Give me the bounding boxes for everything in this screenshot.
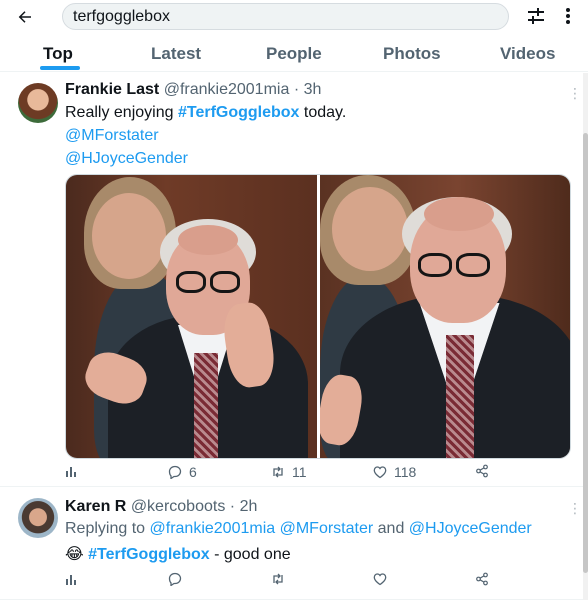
- retweet-count: 11: [292, 464, 307, 480]
- background-face: [331, 187, 408, 271]
- mention-link[interactable]: @HJoyceGender: [65, 150, 188, 167]
- tweet-text-suffix: today.: [299, 104, 347, 121]
- mention-link[interactable]: @HJoyceGender: [409, 520, 532, 537]
- glasses: [176, 271, 206, 293]
- replying-to: Replying to @frankie2001mia @MForstater …: [65, 520, 532, 538]
- separator-dot: ·: [293, 81, 300, 98]
- tweet[interactable]: Frankie Last @frankie2001mia · 3h ⋮ Real…: [0, 73, 588, 487]
- timestamp[interactable]: 3h: [304, 81, 322, 98]
- views-button[interactable]: [65, 464, 86, 478]
- reply-button[interactable]: [168, 572, 189, 586]
- analytics-icon: [66, 467, 76, 477]
- head-top: [178, 225, 238, 255]
- hashtag-link[interactable]: #TerfGogglebox: [178, 104, 300, 121]
- and-word: and: [377, 520, 405, 537]
- separator-dot: ·: [229, 498, 236, 515]
- tab-top[interactable]: Top: [43, 44, 73, 64]
- timestamp[interactable]: 2h: [240, 498, 258, 515]
- tab-photos[interactable]: Photos: [383, 44, 441, 64]
- mention-link[interactable]: @MForstater: [65, 127, 159, 144]
- tweet[interactable]: Karen R @kercoboots · 2h ⋮ Replying to @…: [0, 488, 588, 600]
- analytics-icon: [66, 575, 76, 585]
- glasses: [417, 253, 452, 277]
- retweet-icon: [273, 573, 283, 585]
- replying-to-prefix: Replying to: [65, 520, 150, 537]
- retweet-icon: [273, 466, 283, 478]
- views-button[interactable]: [65, 572, 86, 586]
- tweet-actions: 6 11 118: [65, 464, 571, 484]
- like-count: 118: [394, 464, 417, 480]
- tie: [194, 353, 218, 458]
- reply-icon: [168, 465, 182, 479]
- filter-button[interactable]: [526, 6, 546, 26]
- reply-count: 6: [189, 464, 197, 480]
- back-arrow-icon: [18, 11, 31, 23]
- search-box[interactable]: [62, 3, 509, 30]
- tweet-text: Really enjoying #TerfGogglebox today.: [65, 104, 346, 122]
- tweet-header: Frankie Last @frankie2001mia · 3h: [65, 81, 321, 99]
- search-input[interactable]: [73, 7, 493, 27]
- heart-icon: [373, 466, 387, 479]
- share-icon: [476, 464, 488, 478]
- tweet-text-suffix: - good one: [209, 546, 291, 563]
- tweet-photo[interactable]: [319, 175, 570, 458]
- mention-link[interactable]: @MForstater: [280, 520, 374, 537]
- retweet-button[interactable]: [271, 572, 292, 586]
- background-face: [92, 193, 166, 279]
- tweet-more-icon[interactable]: ⋮: [568, 85, 582, 102]
- tweet-media: [65, 174, 571, 459]
- more-vertical-icon: [566, 8, 570, 24]
- author-name[interactable]: Frankie Last: [65, 81, 159, 98]
- author-name[interactable]: Karen R: [65, 498, 126, 515]
- glasses: [210, 271, 240, 293]
- tab-videos[interactable]: Videos: [500, 44, 555, 64]
- tie: [445, 335, 474, 458]
- avatar[interactable]: [18, 83, 58, 123]
- tweet-header: Karen R @kercoboots · 2h: [65, 498, 257, 516]
- reply-button[interactable]: 6: [168, 464, 197, 480]
- more-options-button[interactable]: [560, 6, 576, 26]
- scrollbar-thumb[interactable]: [583, 133, 588, 573]
- like-button[interactable]: 118: [373, 464, 416, 480]
- tweet-text: 😂 #TerfGogglebox - good one: [65, 544, 291, 564]
- tweet-text-prefix: Really enjoying: [65, 104, 178, 121]
- share-button[interactable]: [475, 572, 489, 586]
- like-button[interactable]: [373, 572, 394, 586]
- tweet-photo[interactable]: [66, 175, 317, 458]
- author-handle[interactable]: @frankie2001mia: [164, 81, 290, 98]
- reply-icon: [168, 572, 182, 586]
- mention-link[interactable]: @frankie2001mia: [150, 520, 276, 537]
- active-tab-indicator: [40, 66, 80, 70]
- scrollbar[interactable]: [583, 73, 588, 600]
- retweet-button[interactable]: 11: [271, 464, 307, 480]
- head-top: [423, 197, 494, 231]
- author-handle[interactable]: @kercoboots: [131, 498, 226, 515]
- avatar[interactable]: [18, 498, 58, 538]
- filter-sliders-icon: [528, 8, 544, 24]
- share-icon: [476, 572, 488, 586]
- tweet-more-icon[interactable]: ⋮: [568, 500, 582, 517]
- search-tabs: Top Latest People Photos Videos: [0, 36, 588, 72]
- heart-icon: [373, 573, 387, 586]
- share-button[interactable]: [475, 464, 489, 478]
- back-button[interactable]: [12, 4, 38, 30]
- tweet-actions: [65, 572, 571, 592]
- laughing-emoji-icon: 😂: [65, 546, 84, 563]
- tab-latest[interactable]: Latest: [151, 44, 201, 64]
- hashtag-link[interactable]: #TerfGogglebox: [88, 546, 210, 563]
- glasses: [455, 253, 490, 277]
- search-header: [0, 0, 588, 34]
- tab-people[interactable]: People: [266, 44, 322, 64]
